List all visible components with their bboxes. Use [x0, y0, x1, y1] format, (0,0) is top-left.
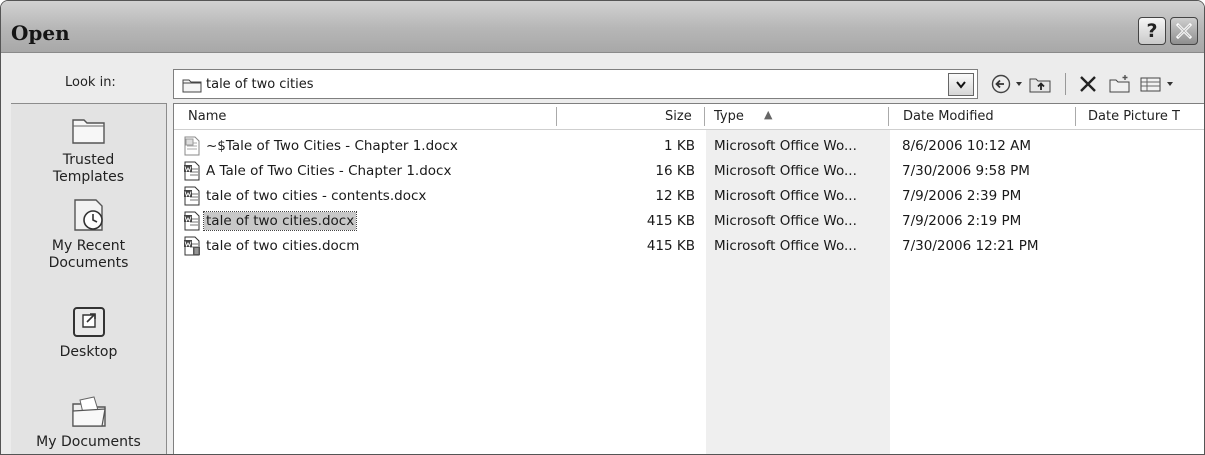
- place-desktop[interactable]: Desktop: [11, 304, 166, 361]
- file-name: tale of two cities.docx: [202, 211, 358, 231]
- file-row-selected[interactable]: tale of two cities.docx 415 KB Microsoft…: [174, 210, 1204, 235]
- close-button[interactable]: [1170, 17, 1198, 45]
- file-name-cell: tale of two cities.docx: [182, 211, 358, 231]
- recent-documents-icon: [73, 199, 103, 231]
- views-dropdown-icon[interactable]: [1167, 82, 1173, 86]
- column-header-row: Name Size Type ▲ Date Modified Date Pict…: [174, 104, 1204, 130]
- my-documents-icon: [71, 396, 106, 427]
- column-divider[interactable]: [704, 107, 705, 126]
- file-row[interactable]: ~$Tale of Two Cities - Chapter 1.docx 1 …: [174, 135, 1204, 160]
- delete-icon[interactable]: [1078, 73, 1098, 95]
- place-trusted-templates[interactable]: Trusted Templates: [11, 112, 166, 186]
- file-type: Microsoft Office Wo...: [714, 138, 857, 154]
- file-name: A Tale of Two Cities - Chapter 1.docx: [206, 163, 452, 179]
- column-header-date-picture[interactable]: Date Picture T: [1088, 109, 1180, 124]
- file-type: Microsoft Office Wo...: [714, 188, 857, 204]
- place-label: My Recent Documents: [48, 238, 129, 271]
- file-name: tale of two cities - contents.docx: [206, 188, 427, 204]
- file-size: 415 KB: [646, 238, 695, 254]
- file-size: 16 KB: [655, 163, 695, 179]
- file-name-cell: A Tale of Two Cities - Chapter 1.docx: [182, 161, 453, 181]
- file-name-cell: tale of two cities.docm: [182, 236, 361, 256]
- places-bar: Trusted Templates My Recent Documents De…: [11, 103, 167, 454]
- file-date-modified: 7/30/2006 12:21 PM: [902, 238, 1039, 254]
- open-dialog: Open ? Look in: tale of two cities Trust…: [0, 0, 1205, 455]
- place-label: Desktop: [59, 344, 118, 360]
- folder-icon: [71, 119, 105, 144]
- file-name-cell: tale of two cities - contents.docx: [182, 186, 428, 206]
- toolbar: [986, 69, 1201, 99]
- word-document-icon: [184, 211, 200, 231]
- column-header-name[interactable]: Name: [188, 109, 226, 124]
- new-folder-icon[interactable]: [1108, 73, 1132, 95]
- word-macro-document-icon: [184, 236, 200, 256]
- place-my-documents[interactable]: My Documents: [11, 394, 166, 451]
- file-row[interactable]: A Tale of Two Cities - Chapter 1.docx 16…: [174, 160, 1204, 185]
- desktop-icon: [72, 307, 105, 337]
- file-date-modified: 7/30/2006 9:58 PM: [902, 163, 1030, 179]
- help-icon: ?: [1146, 20, 1158, 42]
- title-bar[interactable]: Open ?: [1, 1, 1204, 53]
- close-icon: [1175, 22, 1193, 40]
- file-list[interactable]: Name Size Type ▲ Date Modified Date Pict…: [173, 103, 1204, 454]
- file-name: tale of two cities.docm: [206, 238, 360, 254]
- file-date-modified: 7/9/2006 2:19 PM: [902, 213, 1022, 229]
- file-row[interactable]: tale of two cities - contents.docx 12 KB…: [174, 185, 1204, 210]
- look-in-dropdown-button[interactable]: [948, 73, 974, 96]
- file-type: Microsoft Office Wo...: [714, 238, 857, 254]
- place-label: My Documents: [36, 434, 141, 450]
- look-in-dropdown[interactable]: tale of two cities: [173, 69, 978, 99]
- sort-ascending-icon: ▲: [764, 108, 773, 121]
- back-icon[interactable]: [990, 73, 1012, 95]
- toolbar-separator: [1065, 73, 1066, 95]
- file-name: ~$Tale of Two Cities - Chapter 1.docx: [206, 138, 458, 154]
- word-document-icon: [184, 186, 200, 206]
- look-in-value: tale of two cities: [206, 77, 314, 92]
- place-label: Trusted Templates: [52, 152, 125, 185]
- place-my-recent-documents[interactable]: My Recent Documents: [11, 196, 166, 272]
- file-row[interactable]: tale of two cities.docm 415 KB Microsoft…: [174, 235, 1204, 260]
- column-header-date-modified[interactable]: Date Modified: [903, 109, 994, 124]
- dialog-title: Open: [11, 21, 70, 45]
- help-button[interactable]: ?: [1138, 17, 1166, 45]
- file-date-modified: 8/6/2006 10:12 AM: [902, 138, 1032, 154]
- file-type: Microsoft Office Wo...: [714, 213, 857, 229]
- column-header-type[interactable]: Type: [714, 109, 744, 124]
- file-name-cell: ~$Tale of Two Cities - Chapter 1.docx: [182, 136, 460, 156]
- file-type: Microsoft Office Wo...: [714, 163, 857, 179]
- file-size: 415 KB: [646, 213, 695, 229]
- file-size: 1 KB: [664, 138, 695, 154]
- temp-word-file-icon: [184, 136, 200, 156]
- chevron-down-icon: [956, 80, 966, 89]
- word-document-icon: [184, 161, 200, 181]
- file-size: 12 KB: [655, 188, 695, 204]
- column-header-size[interactable]: Size: [665, 109, 692, 124]
- file-date-modified: 7/9/2006 2:39 PM: [902, 188, 1022, 204]
- folder-icon: [182, 79, 202, 93]
- column-divider[interactable]: [1075, 107, 1076, 126]
- column-divider[interactable]: [556, 107, 557, 126]
- look-in-label: Look in:: [65, 75, 116, 90]
- column-divider[interactable]: [888, 107, 889, 126]
- up-one-level-icon[interactable]: [1028, 73, 1052, 95]
- views-icon[interactable]: [1139, 73, 1163, 95]
- back-dropdown-icon[interactable]: [1016, 82, 1022, 86]
